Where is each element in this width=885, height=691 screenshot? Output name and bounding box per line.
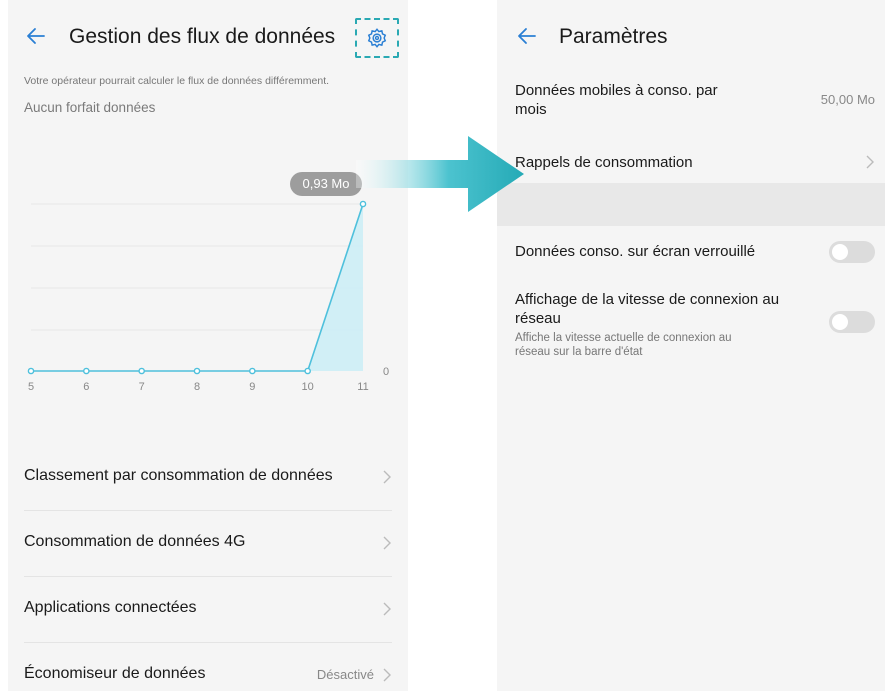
data-saver-status: Désactivé bbox=[316, 667, 374, 682]
chart-x-tick-label: 6 bbox=[83, 381, 89, 393]
setting-speed-display[interactable]: Affichage de la vitesse de connexion au … bbox=[497, 286, 885, 366]
page-title: Gestion des flux de données bbox=[69, 25, 336, 48]
chart-x-tick-label: 11 bbox=[357, 381, 368, 393]
monthly-data-value: 50,00 Mo bbox=[820, 92, 875, 107]
back-arrow-icon[interactable] bbox=[24, 24, 48, 48]
chart-x-tick-label: 10 bbox=[302, 381, 314, 393]
chart-point bbox=[138, 367, 145, 375]
menu-item-label: Classement par consommation de données bbox=[24, 467, 333, 484]
speed-toggle[interactable] bbox=[829, 311, 875, 333]
setting-label: Rappels de consommation bbox=[515, 154, 693, 171]
setting-reminders[interactable]: Rappels de consommation bbox=[497, 140, 885, 182]
data-menu: Classement par consommation de données C… bbox=[8, 445, 408, 691]
chart-x-tick-label: 5 bbox=[28, 381, 34, 393]
data-usage-screen: Gestion des flux de données Votre opérat… bbox=[8, 0, 408, 691]
setting-description-line2: réseau sur la barre d'état bbox=[515, 346, 643, 358]
menu-item-4g-usage[interactable]: Consommation de données 4G bbox=[8, 511, 408, 577]
section-divider bbox=[497, 183, 885, 226]
transition-arrow-icon bbox=[356, 136, 524, 212]
toggle-knob bbox=[832, 244, 848, 260]
page-title: Paramètres bbox=[559, 25, 668, 48]
gear-icon[interactable] bbox=[366, 27, 388, 49]
menu-item-data-saver[interactable]: Économiseur de données Désactivé bbox=[8, 643, 408, 691]
setting-label: Données conso. sur écran verrouillé bbox=[515, 243, 756, 260]
app-bar: Paramètres bbox=[497, 0, 885, 70]
menu-item-label: Applications connectées bbox=[24, 599, 197, 616]
usage-chart-svg: 5 6 7 8 9 10 11 0 bbox=[27, 200, 389, 393]
menu-item-connected-apps[interactable]: Applications connectées bbox=[8, 577, 408, 643]
chart-point bbox=[193, 367, 201, 375]
menu-item-label: Économiseur de données bbox=[24, 665, 206, 682]
chart-point bbox=[304, 367, 311, 375]
chart-x-tick-label: 7 bbox=[139, 381, 145, 393]
chevron-right-icon bbox=[865, 154, 875, 170]
chart-x-tick-label: 9 bbox=[249, 381, 255, 393]
chart-x-tick-label: 8 bbox=[194, 381, 200, 393]
carrier-note: Votre opérateur pourrait calculer le flu… bbox=[24, 75, 330, 87]
chart-point bbox=[27, 367, 35, 375]
settings-highlight bbox=[355, 18, 399, 58]
setting-label-line2: mois bbox=[515, 101, 547, 118]
chart-point bbox=[83, 367, 90, 375]
app-bar: Gestion des flux de données bbox=[8, 0, 408, 70]
menu-item-ranking[interactable]: Classement par consommation de données bbox=[8, 445, 408, 511]
setting-label-line1: Affichage de la vitesse de connexion au bbox=[515, 291, 780, 308]
setting-lockscreen-usage[interactable]: Données conso. sur écran verrouillé bbox=[497, 232, 885, 272]
chevron-right-icon bbox=[382, 601, 392, 617]
usage-chart: 5 6 7 8 9 10 11 0 0,93 Mo bbox=[8, 160, 408, 410]
back-arrow-icon[interactable] bbox=[515, 24, 539, 48]
chart-point bbox=[249, 367, 256, 375]
setting-monthly-data[interactable]: Données mobiles à conso. par mois 50,00 … bbox=[497, 78, 885, 136]
lockscreen-toggle[interactable] bbox=[829, 241, 875, 263]
settings-screen: Paramètres Données mobiles à conso. par … bbox=[497, 0, 885, 691]
setting-description-line1: Affiche la vitesse actuelle de connexion… bbox=[515, 332, 732, 344]
chevron-right-icon bbox=[382, 535, 392, 551]
plan-status: Aucun forfait données bbox=[24, 100, 156, 115]
setting-label-line2: réseau bbox=[515, 310, 561, 327]
chart-y-tick-label: 0 bbox=[383, 366, 389, 378]
menu-item-label: Consommation de données 4G bbox=[24, 533, 246, 550]
chart-tooltip: 0,93 Mo bbox=[290, 172, 362, 196]
chevron-right-icon bbox=[382, 469, 392, 485]
toggle-knob bbox=[832, 314, 848, 330]
setting-label-line1: Données mobiles à conso. par bbox=[515, 82, 718, 99]
chevron-right-icon bbox=[382, 667, 392, 683]
